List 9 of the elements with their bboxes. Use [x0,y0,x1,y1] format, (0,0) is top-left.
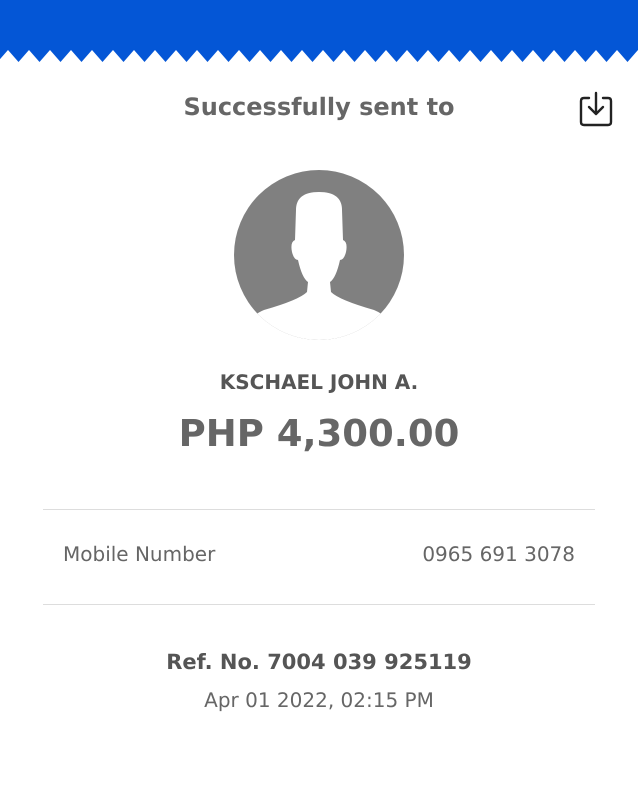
avatar-icon [234,170,404,340]
recipient-name: KSCHAEL JOHN A. [220,370,418,394]
detail-value: 0965 691 3078 [422,542,575,566]
transaction-date: Apr 01 2022, 02:15 PM [204,688,434,712]
detail-label: Mobile Number [63,542,216,566]
download-icon[interactable] [578,90,614,128]
amount-text: PHP 4,300.00 [178,412,460,455]
reference-number: Ref. No. 7004 039 925119 [166,650,472,674]
success-title: Successfully sent to [183,93,455,121]
